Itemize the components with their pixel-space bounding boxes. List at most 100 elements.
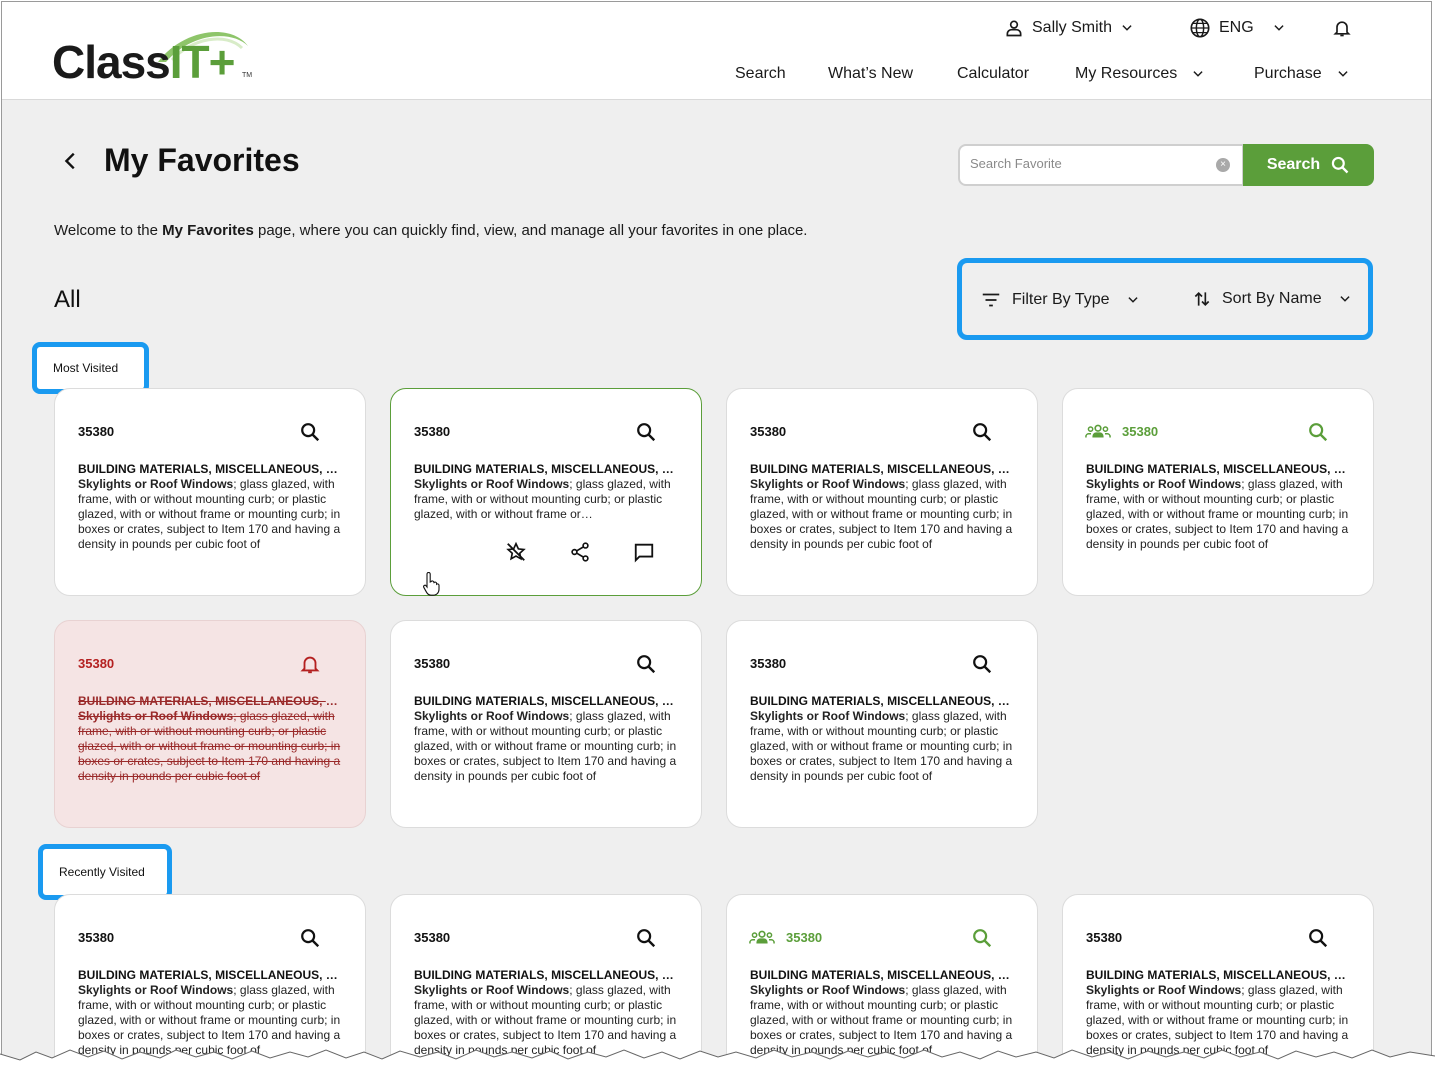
favorite-card[interactable]: 35380 BUILDING MATERIALS, MISCELLANEOUS, … xyxy=(54,388,366,596)
nav-search[interactable]: Search xyxy=(735,65,786,83)
card-desc-bold: Skylights or Roof Windows xyxy=(750,983,906,997)
card-code: 35380 xyxy=(1086,930,1123,945)
favorite-card[interactable]: 35380 BUILDING MATERIALS, MISCELLANEOUS, … xyxy=(1062,388,1374,596)
card-code: 35380 xyxy=(750,424,787,439)
language-selector[interactable]: ENG xyxy=(1189,16,1286,40)
chevron-down-icon xyxy=(1337,71,1348,77)
nav-whats-new[interactable]: What’s New xyxy=(828,65,913,83)
search-icon[interactable] xyxy=(635,421,657,443)
card-code: 35380 xyxy=(78,930,115,945)
logo-wordmark: ClassIT+ xyxy=(52,38,235,86)
search-icon[interactable] xyxy=(299,421,321,443)
page-title-row: My Favorites xyxy=(54,142,300,179)
favorite-card[interactable]: 35380 BUILDING MATERIALS, MISCELLANEOUS, … xyxy=(726,388,1038,596)
favorite-card[interactable]: 35380 BUILDING MATERIALS, MISCELLANEOUS, … xyxy=(54,620,366,828)
card-code: 35380 xyxy=(78,424,115,439)
search-icon[interactable] xyxy=(971,653,993,675)
search-icon xyxy=(1332,156,1349,174)
clear-icon[interactable]: × xyxy=(1216,158,1230,172)
section-tag-most-visited: Most Visited xyxy=(32,342,149,394)
favorite-card[interactable]: 35380 BUILDING MATERIALS, MISCELLANEOUS, … xyxy=(390,620,702,828)
card-desc-bold: Skylights or Roof Windows xyxy=(1086,477,1242,491)
card-description: Skylights or Roof Windows; glass glazed,… xyxy=(1086,477,1356,552)
section-all-heading: All xyxy=(54,286,81,313)
chevron-down-icon xyxy=(1339,296,1350,302)
card-desc-bold: Skylights or Roof Windows xyxy=(78,983,234,997)
card-description: Skylights or Roof Windows; glass glazed,… xyxy=(78,709,348,784)
card-description: Skylights or Roof Windows; glass glazed,… xyxy=(414,477,684,522)
card-desc-bold: Skylights or Roof Windows xyxy=(78,477,234,491)
nav-my-resources[interactable]: My Resources xyxy=(1075,65,1205,83)
card-description: Skylights or Roof Windows; glass glazed,… xyxy=(414,709,684,784)
recently-visited-label: Recently Visited xyxy=(59,865,145,879)
card-code: 35380 xyxy=(750,656,787,671)
filter-icon xyxy=(982,293,1000,307)
search-button-label: Search xyxy=(1266,156,1321,173)
torn-edge-decoration xyxy=(0,1049,1435,1081)
welcome-prefix: Welcome to the xyxy=(54,222,163,239)
globe-icon xyxy=(1190,18,1210,38)
filter-sort-bar: Filter By Type Sort By Name xyxy=(957,258,1373,340)
welcome-text: Welcome to the My Favorites page, where … xyxy=(54,222,807,239)
search-icon[interactable] xyxy=(299,927,321,949)
comment-icon[interactable] xyxy=(633,541,655,563)
welcome-bold: My Favorites xyxy=(162,222,254,239)
chevron-down-icon xyxy=(1193,71,1203,77)
search-icon[interactable] xyxy=(971,421,993,443)
favorite-search-input[interactable] xyxy=(970,156,1210,171)
notifications-button[interactable] xyxy=(1332,16,1352,40)
language-value: ENG xyxy=(1219,19,1254,36)
sort-by-name-dropdown[interactable]: Sort By Name xyxy=(1192,289,1352,309)
page-title: My Favorites xyxy=(104,142,300,178)
logo-text-dark: Class xyxy=(52,36,171,88)
filter-by-type-dropdown[interactable]: Filter By Type xyxy=(980,289,1140,311)
user-menu[interactable]: Sally Smith xyxy=(1004,16,1134,40)
card-title: BUILDING MATERIALS, MISCELLANEOUS, GROUP xyxy=(750,694,1018,708)
group-icon xyxy=(749,929,775,950)
card-title: BUILDING MATERIALS, MISCELLANEOUS, GROUP xyxy=(1086,462,1354,476)
nav-purchase-label: Purchase xyxy=(1254,65,1322,82)
search-icon[interactable] xyxy=(635,927,657,949)
card-code: 35380 xyxy=(414,930,451,945)
top-header: ClassIT+ TM Sally Smith ENG Search What’… xyxy=(2,2,1431,100)
card-code: 35380 xyxy=(786,930,823,945)
card-title: BUILDING MATERIALS, MISCELLANEOUS, GROUP xyxy=(750,968,1018,982)
card-title: BUILDING MATERIALS, MISCELLANEOUS, GROUP xyxy=(414,968,682,982)
classit-logo[interactable]: ClassIT+ TM xyxy=(52,24,262,86)
search-icon[interactable] xyxy=(635,653,657,675)
search-icon[interactable] xyxy=(1307,927,1329,949)
card-description: Skylights or Roof Windows; glass glazed,… xyxy=(78,477,348,552)
chevron-down-icon xyxy=(1127,297,1138,303)
favorite-card[interactable]: 35380 BUILDING MATERIALS, MISCELLANEOUS, … xyxy=(726,620,1038,828)
welcome-suffix: page, where you can quickly find, view, … xyxy=(253,222,808,239)
card-title: BUILDING MATERIALS, MISCELLANEOUS, GROUP xyxy=(78,694,346,708)
card-title: BUILDING MATERIALS, MISCELLANEOUS, GROUP xyxy=(414,462,682,476)
card-title: BUILDING MATERIALS, MISCELLANEOUS, GROUP xyxy=(750,462,1018,476)
favorite-search-field[interactable]: × xyxy=(958,144,1244,186)
filter-label: Filter By Type xyxy=(1012,291,1110,308)
card-code: 35380 xyxy=(414,424,451,439)
user-icon xyxy=(1006,20,1022,37)
nav-purchase[interactable]: Purchase xyxy=(1254,65,1350,83)
nav-calculator[interactable]: Calculator xyxy=(957,65,1029,83)
search-button[interactable]: Search xyxy=(1243,144,1374,186)
logo-text-green: IT+ xyxy=(169,36,236,88)
chevron-down-icon xyxy=(1274,25,1284,31)
share-icon[interactable] xyxy=(569,541,591,563)
chevron-down-icon xyxy=(1122,25,1132,31)
card-title: BUILDING MATERIALS, MISCELLANEOUS, GROUP xyxy=(414,694,682,708)
sort-label: Sort By Name xyxy=(1222,290,1322,307)
card-desc-bold: Skylights or Roof Windows xyxy=(414,709,570,723)
card-title: BUILDING MATERIALS, MISCELLANEOUS, GROUP xyxy=(78,462,346,476)
card-actions xyxy=(505,541,655,563)
search-icon[interactable] xyxy=(971,927,993,949)
card-desc-bold: Skylights or Roof Windows xyxy=(1086,983,1242,997)
bell-icon[interactable] xyxy=(299,653,321,675)
unfavorite-star-icon[interactable] xyxy=(505,541,527,563)
card-title: BUILDING MATERIALS, MISCELLANEOUS, GROUP xyxy=(1086,968,1354,982)
card-code: 35380 xyxy=(78,656,115,671)
favorite-card[interactable]: 35380 BUILDING MATERIALS, MISCELLANEOUS, … xyxy=(390,388,702,596)
card-description: Skylights or Roof Windows; glass glazed,… xyxy=(750,477,1020,552)
back-button[interactable] xyxy=(54,144,88,178)
search-icon[interactable] xyxy=(1307,421,1329,443)
